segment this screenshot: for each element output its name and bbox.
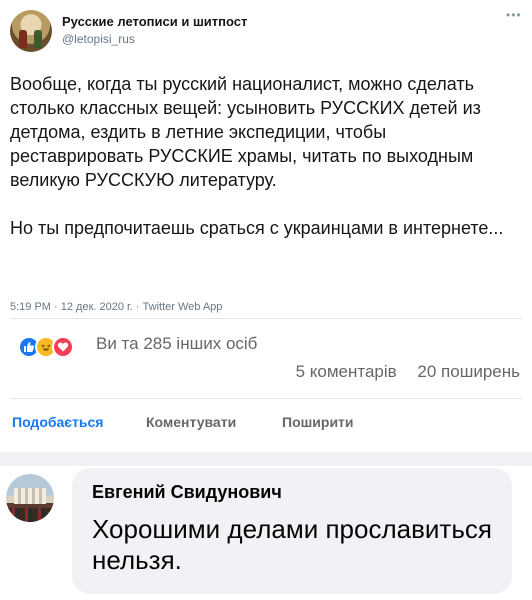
more-dots-icon[interactable]: ••• bbox=[506, 8, 522, 22]
comment-avatar[interactable] bbox=[6, 474, 54, 522]
shares-count[interactable]: 20 поширень bbox=[417, 362, 520, 381]
tweet-text: Вообще, когда ты русский националист, мо… bbox=[10, 72, 522, 240]
tweet-meta: 5:19 PM · 12 дек. 2020 г. · Twitter Web … bbox=[10, 301, 223, 313]
section-separator bbox=[0, 452, 532, 466]
comments-count[interactable]: 5 коментарів bbox=[296, 362, 397, 381]
comment-text: Хорошими делами прославиться нельзя. bbox=[92, 514, 492, 575]
love-icon bbox=[52, 336, 74, 358]
tweet-paragraph: Но ты предпочитаешь сраться с украинцами… bbox=[10, 218, 504, 238]
tweet-account-name[interactable]: Русские летописи и шитпост bbox=[62, 14, 247, 29]
post-actions: Подобається Коментувати Поширити bbox=[0, 414, 532, 436]
tweet-handle[interactable]: @letopisi_rus bbox=[62, 32, 135, 46]
embedded-tweet: Русские летописи и шитпост @letopisi_rus… bbox=[0, 0, 532, 318]
like-button[interactable]: Подобається bbox=[12, 414, 103, 430]
reactions-summary[interactable]: Ви та 285 інших осіб bbox=[96, 334, 257, 354]
comment-author[interactable]: Евгений Свидунович bbox=[92, 482, 282, 503]
post-counts: 5 коментарів 20 поширень bbox=[296, 362, 520, 382]
tweet-paragraph: Вообще, когда ты русский националист, мо… bbox=[10, 74, 481, 190]
comment-button[interactable]: Коментувати bbox=[146, 414, 236, 430]
divider bbox=[10, 318, 522, 319]
tweet-avatar[interactable] bbox=[10, 10, 52, 52]
comment-bubble: Евгений Свидунович Хорошими делами просл… bbox=[72, 468, 512, 594]
divider bbox=[10, 398, 522, 399]
share-button[interactable]: Поширити bbox=[282, 414, 354, 430]
